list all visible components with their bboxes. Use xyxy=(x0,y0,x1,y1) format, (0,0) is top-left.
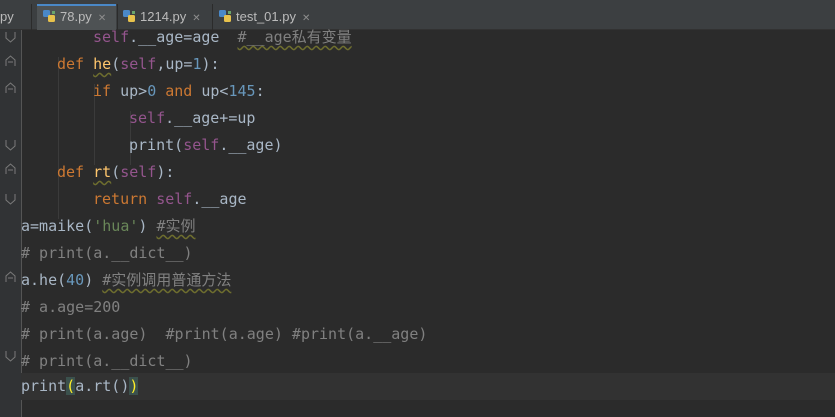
editor-gutter xyxy=(0,30,21,417)
tab-label: 78.py xyxy=(60,9,92,24)
fold-start-icon[interactable] xyxy=(4,54,17,67)
code-line-8: a=maike('hua') #实例 xyxy=(21,217,196,235)
matched-brace: ( xyxy=(66,377,76,395)
python-file-icon xyxy=(219,6,232,22)
tab-label: test_01.py xyxy=(236,9,296,24)
code-line-9: # print(a.__dict__) xyxy=(21,244,193,262)
matched-brace: ) xyxy=(129,377,139,395)
current-line-highlight xyxy=(21,373,835,400)
tab-label: py xyxy=(0,9,14,24)
code-line-3: if up>0 and up<145: xyxy=(93,82,265,100)
tab-py[interactable]: py xyxy=(0,4,30,30)
code-line-14: print(a.rt()) xyxy=(21,377,139,395)
code-line-5: print(self.__age) xyxy=(129,136,283,154)
code-line-7: return self.__age xyxy=(93,190,247,208)
code-line-1: self.__age=age #__age私有变量 xyxy=(93,28,352,46)
code-line-6: def rt(self): xyxy=(57,163,175,181)
tab-label: 1214.py xyxy=(140,9,187,24)
code-line-2: def he(self,up=1): xyxy=(57,55,220,73)
code-line-4: self.__age+=up xyxy=(129,109,256,127)
code-line-10: a.he(40) #实例调用普通方法 xyxy=(21,271,232,289)
fold-end-icon[interactable] xyxy=(4,31,17,44)
indent-guide xyxy=(58,57,59,219)
code-line-13: # print(a.__dict__) xyxy=(21,352,193,370)
code-editor[interactable]: self.__age=age #__age私有变量 def he(self,up… xyxy=(21,28,835,417)
fold-start-icon[interactable] xyxy=(4,270,17,283)
code-line-11: # a.age=200 xyxy=(21,298,121,316)
python-file-icon xyxy=(123,6,136,22)
fold-end-icon[interactable] xyxy=(4,139,17,152)
fold-end-icon[interactable] xyxy=(4,193,17,206)
fold-end-icon[interactable] xyxy=(4,350,17,363)
fold-start-icon[interactable] xyxy=(4,81,17,94)
code-line-12: # print(a.age) #print(a.age) #print(a.__… xyxy=(21,325,428,343)
python-file-icon xyxy=(43,8,56,22)
tab-separator xyxy=(31,4,32,30)
fold-start-icon[interactable] xyxy=(4,162,17,175)
